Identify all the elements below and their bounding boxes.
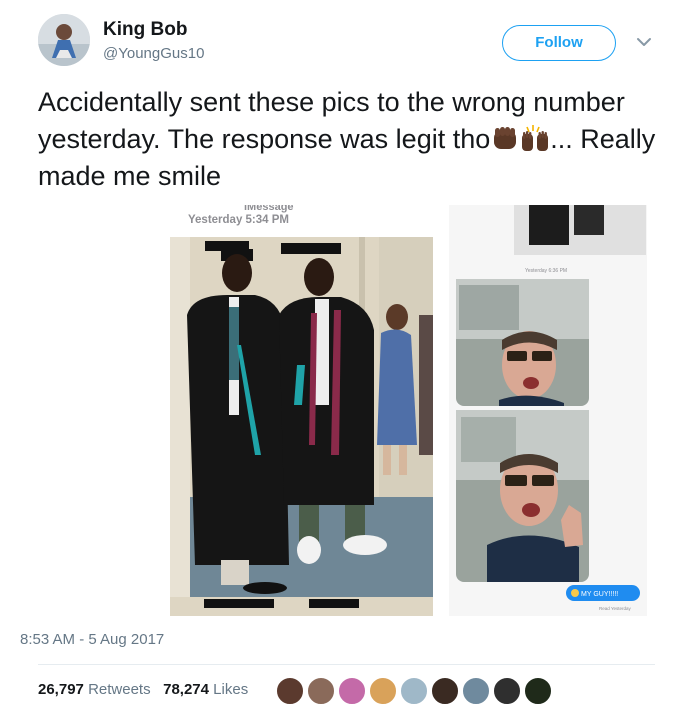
raised-fist-emoji-icon — [490, 123, 520, 153]
graduation-photo — [170, 237, 433, 597]
tweet-photo[interactable]: iMessage Yesterday 5:34 PM Yesterday 6:3… — [169, 205, 647, 616]
divider — [38, 664, 655, 665]
right-timestamp: Yesterday 6:36 PM — [525, 268, 567, 274]
imessage-label: iMessage — [244, 205, 294, 213]
tweet-stats: 26,797 Retweets 78,274 Likes — [38, 681, 248, 698]
likes-link[interactable]: 78,274 Likes — [163, 681, 248, 698]
liker-avatar[interactable] — [275, 676, 305, 706]
liker-avatar[interactable] — [492, 676, 522, 706]
author-name[interactable]: King Bob — [103, 19, 187, 41]
retweets-label: Retweets — [88, 681, 151, 698]
reply-text: MY GUY!!!!! — [581, 591, 618, 598]
liker-avatar[interactable] — [306, 676, 336, 706]
retweets-count: 26,797 — [38, 681, 84, 698]
likes-count: 78,274 — [163, 681, 209, 698]
raising-hands-emoji-icon — [520, 123, 550, 153]
liker-avatar[interactable] — [337, 676, 367, 706]
read-receipt: Read Yesterday — [599, 606, 632, 611]
author-avatar[interactable] — [38, 14, 90, 66]
tweet-text: Accidentally sent these pics to the wron… — [38, 84, 658, 195]
liker-avatar[interactable] — [399, 676, 429, 706]
follow-button[interactable]: Follow — [502, 25, 616, 61]
liker-avatar[interactable] — [368, 676, 398, 706]
liker-avatar[interactable] — [461, 676, 491, 706]
tweet-timestamp[interactable]: 8:53 AM - 5 Aug 2017 — [20, 631, 164, 648]
liker-avatar[interactable] — [523, 676, 553, 706]
chevron-down-icon[interactable] — [633, 32, 655, 52]
author-handle[interactable]: @YoungGus10 — [103, 45, 204, 62]
liker-avatar[interactable] — [430, 676, 460, 706]
left-timestamp: Yesterday 5:34 PM — [188, 214, 289, 226]
likes-label: Likes — [213, 681, 249, 698]
retweets-link[interactable]: 26,797 Retweets — [38, 681, 151, 698]
